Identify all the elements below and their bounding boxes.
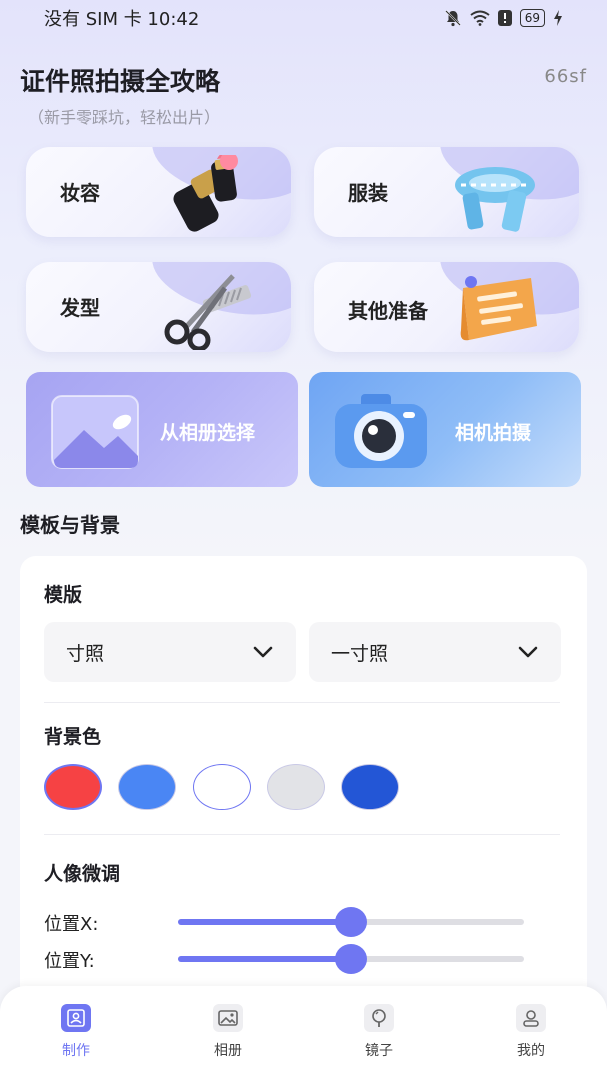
alert-icon	[497, 10, 512, 26]
page-title: 证件照拍摄全攻略	[20, 67, 221, 96]
status-icons: 69	[444, 9, 563, 27]
position-y-label: 位置Y:	[44, 951, 95, 972]
choose-from-album-button[interactable]: 从相册选择	[26, 372, 298, 487]
divider	[44, 702, 560, 703]
position-x-thumb[interactable]	[335, 907, 367, 937]
tab-mirror[interactable]: 镜子	[339, 1004, 419, 1060]
image-icon	[213, 1004, 243, 1032]
divider	[44, 834, 560, 835]
position-x-slider-row: 位置X:	[44, 906, 560, 937]
camera-icon	[335, 394, 427, 468]
guide-card-label: 发型	[60, 296, 100, 320]
guide-card-makeup[interactable]: 妆容	[26, 147, 291, 237]
brand-label: 66sf	[544, 66, 587, 87]
bg-color-swatch-red[interactable]	[44, 764, 102, 810]
guide-card-label: 其他准备	[348, 299, 428, 323]
mute-bell-icon	[445, 10, 461, 27]
tab-mine-label: 我的	[517, 1043, 545, 1059]
position-y-thumb[interactable]	[335, 944, 367, 974]
mirror-icon	[364, 1004, 394, 1032]
position-y-track[interactable]	[178, 944, 524, 974]
chevron-down-icon	[253, 646, 273, 658]
portrait-adjust-heading: 人像微调	[44, 863, 121, 885]
battery-icon: 69	[519, 9, 545, 27]
status-bar: 没有 SIM 卡 10:42 69	[0, 0, 607, 36]
tab-mine[interactable]: 我的	[491, 1004, 571, 1060]
checklist-paper-icon	[460, 276, 537, 341]
lipstick-icon	[173, 155, 238, 232]
bg-color-swatch-gray[interactable]	[267, 764, 325, 810]
scissors-comb-icon	[164, 274, 252, 350]
guide-card-other[interactable]: 其他准备	[314, 262, 579, 352]
take-photo-button[interactable]: 相机拍摄	[309, 372, 581, 487]
template-size-value: 一寸照	[331, 642, 389, 665]
template-heading: 模版	[44, 584, 83, 606]
section-title: 模板与背景	[20, 513, 120, 537]
guide-card-clothing[interactable]: 服装	[314, 147, 579, 237]
charging-icon	[554, 10, 562, 26]
choose-from-album-label: 从相册选择	[160, 422, 256, 444]
tab-make-label: 制作	[62, 1043, 90, 1059]
bottom-tab-bar: 制作 相册 镜子 我的	[0, 986, 607, 1080]
position-x-track[interactable]	[178, 907, 524, 937]
position-y-slider-row: 位置Y:	[44, 943, 560, 974]
take-photo-label: 相机拍摄	[455, 422, 532, 444]
template-size-select[interactable]: 一寸照	[309, 622, 561, 682]
guide-card-label: 服装	[348, 181, 388, 205]
tab-album[interactable]: 相册	[188, 1004, 268, 1060]
user-icon	[516, 1004, 546, 1032]
guide-card-label: 妆容	[60, 181, 100, 205]
tab-mirror-label: 镜子	[365, 1043, 393, 1059]
bg-color-swatch-blue[interactable]	[118, 764, 176, 810]
page-subtitle: （新手零踩坑，轻松出片）	[28, 108, 221, 127]
scarf-icon	[455, 167, 535, 232]
chevron-down-icon	[518, 646, 538, 658]
tab-album-label: 相册	[214, 1043, 242, 1059]
position-x-label: 位置X:	[44, 914, 99, 935]
carrier-time: 没有 SIM 卡 10:42	[44, 9, 200, 30]
guide-card-hairstyle[interactable]: 发型	[26, 262, 291, 352]
photo-album-icon	[51, 395, 139, 469]
bg-color-swatch-dark-blue[interactable]	[341, 764, 399, 810]
template-type-value: 寸照	[66, 642, 105, 665]
position-y-fill	[178, 956, 351, 962]
template-type-select[interactable]: 寸照	[44, 622, 296, 682]
background-color-heading: 背景色	[44, 726, 102, 748]
position-x-fill	[178, 919, 351, 925]
bg-color-swatch-white[interactable]	[193, 764, 251, 810]
tab-make[interactable]: 制作	[36, 1004, 116, 1060]
wifi-icon	[470, 10, 490, 26]
portrait-frame-icon	[61, 1004, 91, 1032]
